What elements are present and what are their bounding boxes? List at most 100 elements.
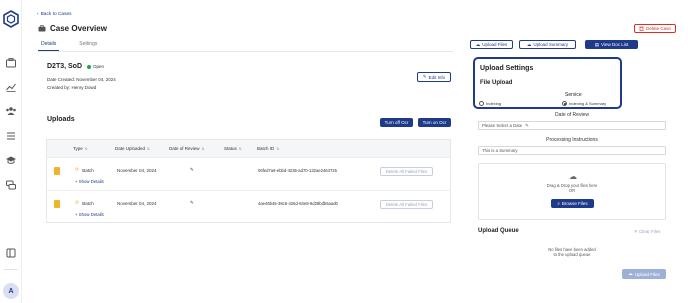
- column-batch-id[interactable]: Batch ID ⇅: [257, 146, 279, 151]
- upload-queue-title: Upload Queue: [478, 228, 519, 234]
- column-date-of-review[interactable]: Date of Review ⇅: [169, 146, 204, 151]
- queue-empty-line: to the upload queue: [553, 252, 591, 258]
- view-doc-list-button[interactable]: ▤ View Doc List: [585, 40, 638, 49]
- radio-label: Indexing & Summary: [569, 101, 607, 106]
- analytics-icon[interactable]: [5, 81, 17, 93]
- column-type[interactable]: Type ⇅: [73, 146, 88, 151]
- avatar[interactable]: A: [3, 283, 19, 299]
- page-title-text: Case Overview: [50, 24, 107, 33]
- app-logo-icon[interactable]: [3, 10, 19, 28]
- delete-case-button[interactable]: Delete Case: [634, 24, 676, 33]
- cases-icon[interactable]: [5, 57, 17, 69]
- clear-files-label: Clear Files: [639, 229, 661, 234]
- cloud-upload-icon: ☁: [526, 41, 532, 47]
- briefcase-icon: [38, 25, 46, 32]
- edit-icon: ✎: [422, 74, 427, 79]
- upload-files-button[interactable]: ☁ Upload Files: [470, 40, 513, 49]
- delete-failed-files-button[interactable]: Delete All Failed Files: [380, 167, 433, 176]
- date-uploaded-cell: November 04, 2024: [117, 168, 157, 173]
- upload-summary-button[interactable]: ☁ Upload Summary: [519, 40, 576, 49]
- chevron-left-icon: ‹: [37, 12, 39, 17]
- processing-instructions-label: Processing Instructions: [546, 137, 598, 143]
- radio-indexing[interactable]: Indexing: [479, 101, 501, 106]
- back-label: Back to Cases: [40, 12, 72, 17]
- column-date-uploaded[interactable]: Date Uploaded ⇅: [115, 146, 150, 151]
- date-uploaded-cell: November 04, 2024: [117, 201, 157, 206]
- upload-files-label: Upload Files: [482, 42, 508, 47]
- cloud-upload-icon: ☁: [475, 41, 481, 47]
- column-label: Date Uploaded: [115, 146, 146, 151]
- page-title: Case Overview: [38, 24, 107, 33]
- turn-on-ocr-button[interactable]: Turn on Ocr: [418, 118, 451, 127]
- sort-icon: ⇅: [201, 146, 205, 151]
- search-icon: ⌕: [557, 201, 560, 206]
- processing-instructions-input[interactable]: This is a Summary: [478, 146, 666, 155]
- file-icon: [54, 200, 60, 208]
- users-icon[interactable]: [5, 105, 17, 117]
- upload-settings-panel: Upload Settings File Upload Service Inde…: [473, 57, 622, 109]
- radio-checked-icon: [562, 101, 567, 106]
- cloud-upload-icon: ☁: [569, 172, 577, 181]
- turn-off-ocr-button[interactable]: Turn off Ocr: [380, 118, 413, 127]
- date-of-review-label: Date of Review: [555, 112, 589, 118]
- show-details-link[interactable]: + Show Details: [75, 212, 104, 217]
- sort-icon: ⇅: [84, 146, 88, 151]
- case-name: D2T3, SoD Open: [47, 63, 104, 70]
- tab-settings[interactable]: Settings: [76, 41, 100, 51]
- sidebar: A: [0, 0, 22, 303]
- view-doc-list-label: View Doc List: [601, 42, 629, 47]
- radio-indexing-summary[interactable]: Indexing & Summary: [562, 101, 606, 106]
- date-of-review-input[interactable]: Please Select a Date ✎: [478, 121, 666, 130]
- type-cell: ⟳ Batch: [75, 167, 94, 173]
- column-label: Date of Review: [169, 146, 200, 151]
- chat-icon[interactable]: [5, 179, 17, 191]
- tab-details[interactable]: Details: [38, 41, 60, 51]
- queue-empty-message: No files have been added to the upload q…: [478, 247, 666, 258]
- browse-files-label: Browse Files: [561, 201, 588, 206]
- edit-review-date-icon[interactable]: ✎: [190, 167, 194, 173]
- type-text: Batch: [82, 167, 94, 173]
- service-label: Service: [565, 92, 582, 98]
- file-dropzone[interactable]: ☁ Drag & Drop your files here OR ⌕ Brows…: [478, 163, 666, 220]
- edit-review-date-icon[interactable]: ✎: [190, 200, 194, 206]
- edit-icon: ✎: [525, 122, 529, 128]
- show-details-label: Show Details: [78, 179, 104, 184]
- batch-icon: ⟳: [75, 200, 80, 206]
- radio-unchecked-icon: [479, 101, 484, 106]
- uploads-title: Uploads: [47, 116, 75, 123]
- tabs: Details Settings: [38, 41, 100, 51]
- trash-icon: [639, 26, 644, 31]
- clear-files-button[interactable]: ✕ Clear Files: [634, 229, 661, 235]
- browse-files-button[interactable]: ⌕ Browse Files: [551, 199, 594, 208]
- document-icon: ▤: [594, 41, 600, 47]
- table-row: ⟳ Batch + Show Details November 04, 2024…: [47, 157, 450, 190]
- sort-icon: ⇅: [238, 146, 242, 151]
- type-cell: ⟳ Batch: [75, 200, 94, 206]
- upload-queue-files-button[interactable]: ☁ Upload Files: [622, 269, 666, 279]
- table-row: ⟳ Batch + Show Details November 04, 2024…: [47, 190, 450, 223]
- column-label: Batch ID: [257, 146, 275, 151]
- column-status[interactable]: Status ⇅: [224, 146, 242, 151]
- upload-settings-title: Upload Settings: [480, 65, 534, 72]
- graduation-cap-icon[interactable]: [5, 154, 17, 166]
- status-text: Open: [93, 64, 105, 69]
- batch-icon: ⟳: [75, 167, 80, 173]
- collapse-sidebar-icon[interactable]: [5, 247, 17, 259]
- sidebar-divider: [4, 269, 18, 270]
- tabs-divider: [38, 51, 453, 52]
- list-icon[interactable]: [5, 130, 17, 142]
- show-details-label: Show Details: [78, 212, 104, 217]
- batch-id-cell: 4ae46b45-38c6-426d-84e8-9d28bdb5aad0: [258, 201, 338, 206]
- date-created: Date Created: November 04, 2024: [47, 77, 116, 82]
- uploads-table: Type ⇅ Date Uploaded ⇅ Date of Review ⇅ Sta…: [46, 139, 451, 223]
- type-text: Batch: [82, 200, 94, 206]
- edit-info-button[interactable]: ✎ Edit Info: [417, 72, 451, 82]
- file-upload-title: File Upload: [480, 80, 513, 86]
- back-to-cases-link[interactable]: ‹ Back to Cases: [37, 12, 72, 17]
- delete-case-label: Delete Case: [646, 26, 671, 31]
- sort-icon: ⇅: [147, 146, 150, 151]
- show-details-link[interactable]: + Show Details: [75, 179, 104, 184]
- table-header: Type ⇅ Date Uploaded ⇅ Date of Review ⇅ Sta…: [47, 140, 450, 157]
- delete-failed-files-button[interactable]: Delete All Failed Files: [380, 200, 433, 209]
- edit-info-label: Edit Info: [428, 74, 446, 80]
